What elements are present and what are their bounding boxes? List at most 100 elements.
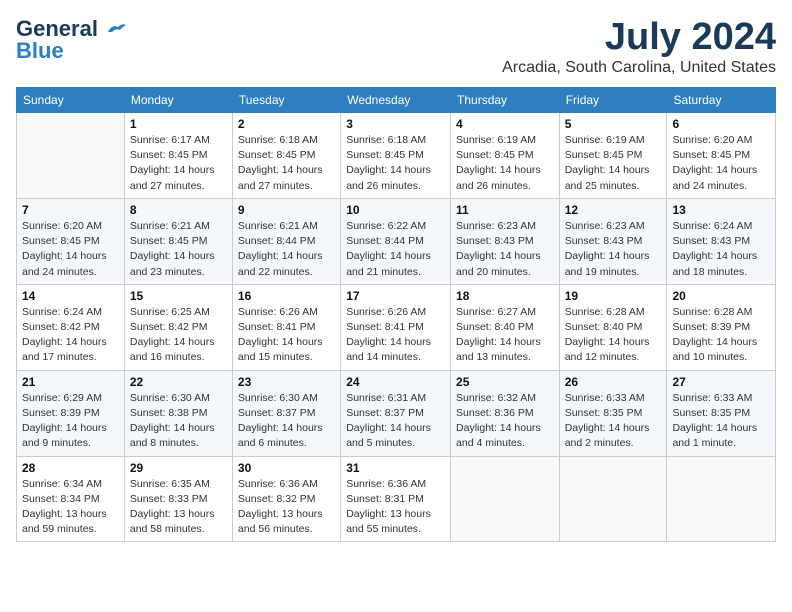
table-row: [451, 456, 560, 542]
day-number: 19: [565, 289, 662, 303]
calendar-table: Sunday Monday Tuesday Wednesday Thursday…: [16, 87, 776, 542]
day-info: Sunrise: 6:18 AMSunset: 8:45 PMDaylight:…: [346, 133, 445, 194]
day-number: 1: [130, 117, 227, 131]
table-row: 1 Sunrise: 6:17 AMSunset: 8:45 PMDayligh…: [124, 113, 232, 199]
day-info: Sunrise: 6:32 AMSunset: 8:36 PMDaylight:…: [456, 391, 554, 452]
header-saturday: Saturday: [667, 88, 776, 113]
day-info: Sunrise: 6:17 AMSunset: 8:45 PMDaylight:…: [130, 133, 227, 194]
title-block: July 2024 Arcadia, South Carolina, Unite…: [502, 16, 776, 77]
table-row: 19 Sunrise: 6:28 AMSunset: 8:40 PMDaylig…: [559, 284, 667, 370]
day-info: Sunrise: 6:36 AMSunset: 8:31 PMDaylight:…: [346, 477, 445, 538]
table-row: [17, 113, 125, 199]
day-number: 14: [22, 289, 119, 303]
calendar-week-row: 21 Sunrise: 6:29 AMSunset: 8:39 PMDaylig…: [17, 370, 776, 456]
calendar-week-row: 14 Sunrise: 6:24 AMSunset: 8:42 PMDaylig…: [17, 284, 776, 370]
day-number: 21: [22, 375, 119, 389]
day-info: Sunrise: 6:28 AMSunset: 8:40 PMDaylight:…: [565, 305, 662, 366]
day-info: Sunrise: 6:23 AMSunset: 8:43 PMDaylight:…: [565, 219, 662, 280]
day-number: 17: [346, 289, 445, 303]
table-row: 20 Sunrise: 6:28 AMSunset: 8:39 PMDaylig…: [667, 284, 776, 370]
day-number: 12: [565, 203, 662, 217]
table-row: 12 Sunrise: 6:23 AMSunset: 8:43 PMDaylig…: [559, 198, 667, 284]
calendar-week-row: 1 Sunrise: 6:17 AMSunset: 8:45 PMDayligh…: [17, 113, 776, 199]
table-row: 3 Sunrise: 6:18 AMSunset: 8:45 PMDayligh…: [341, 113, 451, 199]
day-number: 24: [346, 375, 445, 389]
page-header: General Blue July 2024 Arcadia, South Ca…: [16, 16, 776, 77]
table-row: 30 Sunrise: 6:36 AMSunset: 8:32 PMDaylig…: [232, 456, 340, 542]
day-info: Sunrise: 6:19 AMSunset: 8:45 PMDaylight:…: [565, 133, 662, 194]
header-tuesday: Tuesday: [232, 88, 340, 113]
day-info: Sunrise: 6:22 AMSunset: 8:44 PMDaylight:…: [346, 219, 445, 280]
table-row: 6 Sunrise: 6:20 AMSunset: 8:45 PMDayligh…: [667, 113, 776, 199]
day-number: 23: [238, 375, 335, 389]
day-info: Sunrise: 6:34 AMSunset: 8:34 PMDaylight:…: [22, 477, 119, 538]
table-row: 27 Sunrise: 6:33 AMSunset: 8:35 PMDaylig…: [667, 370, 776, 456]
weekday-header-row: Sunday Monday Tuesday Wednesday Thursday…: [17, 88, 776, 113]
logo: General Blue: [16, 16, 128, 64]
day-number: 20: [672, 289, 770, 303]
day-number: 27: [672, 375, 770, 389]
day-info: Sunrise: 6:29 AMSunset: 8:39 PMDaylight:…: [22, 391, 119, 452]
table-row: 14 Sunrise: 6:24 AMSunset: 8:42 PMDaylig…: [17, 284, 125, 370]
table-row: 18 Sunrise: 6:27 AMSunset: 8:40 PMDaylig…: [451, 284, 560, 370]
day-info: Sunrise: 6:35 AMSunset: 8:33 PMDaylight:…: [130, 477, 227, 538]
day-number: 26: [565, 375, 662, 389]
calendar-week-row: 7 Sunrise: 6:20 AMSunset: 8:45 PMDayligh…: [17, 198, 776, 284]
header-sunday: Sunday: [17, 88, 125, 113]
table-row: 25 Sunrise: 6:32 AMSunset: 8:36 PMDaylig…: [451, 370, 560, 456]
day-number: 28: [22, 461, 119, 475]
day-number: 31: [346, 461, 445, 475]
day-number: 7: [22, 203, 119, 217]
day-number: 25: [456, 375, 554, 389]
day-info: Sunrise: 6:30 AMSunset: 8:38 PMDaylight:…: [130, 391, 227, 452]
table-row: [667, 456, 776, 542]
table-row: 15 Sunrise: 6:25 AMSunset: 8:42 PMDaylig…: [124, 284, 232, 370]
day-info: Sunrise: 6:24 AMSunset: 8:42 PMDaylight:…: [22, 305, 119, 366]
month-title: July 2024: [502, 16, 776, 59]
day-number: 16: [238, 289, 335, 303]
header-monday: Monday: [124, 88, 232, 113]
table-row: 23 Sunrise: 6:30 AMSunset: 8:37 PMDaylig…: [232, 370, 340, 456]
table-row: 7 Sunrise: 6:20 AMSunset: 8:45 PMDayligh…: [17, 198, 125, 284]
header-wednesday: Wednesday: [341, 88, 451, 113]
day-number: 18: [456, 289, 554, 303]
day-info: Sunrise: 6:25 AMSunset: 8:42 PMDaylight:…: [130, 305, 227, 366]
table-row: 26 Sunrise: 6:33 AMSunset: 8:35 PMDaylig…: [559, 370, 667, 456]
header-thursday: Thursday: [451, 88, 560, 113]
day-info: Sunrise: 6:21 AMSunset: 8:45 PMDaylight:…: [130, 219, 227, 280]
day-number: 5: [565, 117, 662, 131]
day-number: 13: [672, 203, 770, 217]
day-info: Sunrise: 6:28 AMSunset: 8:39 PMDaylight:…: [672, 305, 770, 366]
table-row: 5 Sunrise: 6:19 AMSunset: 8:45 PMDayligh…: [559, 113, 667, 199]
day-info: Sunrise: 6:24 AMSunset: 8:43 PMDaylight:…: [672, 219, 770, 280]
table-row: 13 Sunrise: 6:24 AMSunset: 8:43 PMDaylig…: [667, 198, 776, 284]
day-info: Sunrise: 6:33 AMSunset: 8:35 PMDaylight:…: [565, 391, 662, 452]
table-row: 29 Sunrise: 6:35 AMSunset: 8:33 PMDaylig…: [124, 456, 232, 542]
day-info: Sunrise: 6:27 AMSunset: 8:40 PMDaylight:…: [456, 305, 554, 366]
day-info: Sunrise: 6:33 AMSunset: 8:35 PMDaylight:…: [672, 391, 770, 452]
day-number: 4: [456, 117, 554, 131]
day-info: Sunrise: 6:18 AMSunset: 8:45 PMDaylight:…: [238, 133, 335, 194]
location-subtitle: Arcadia, South Carolina, United States: [502, 59, 776, 77]
table-row: 24 Sunrise: 6:31 AMSunset: 8:37 PMDaylig…: [341, 370, 451, 456]
day-info: Sunrise: 6:26 AMSunset: 8:41 PMDaylight:…: [346, 305, 445, 366]
day-number: 6: [672, 117, 770, 131]
day-number: 11: [456, 203, 554, 217]
day-number: 2: [238, 117, 335, 131]
day-number: 15: [130, 289, 227, 303]
table-row: 2 Sunrise: 6:18 AMSunset: 8:45 PMDayligh…: [232, 113, 340, 199]
day-info: Sunrise: 6:31 AMSunset: 8:37 PMDaylight:…: [346, 391, 445, 452]
day-info: Sunrise: 6:20 AMSunset: 8:45 PMDaylight:…: [672, 133, 770, 194]
day-info: Sunrise: 6:19 AMSunset: 8:45 PMDaylight:…: [456, 133, 554, 194]
day-info: Sunrise: 6:36 AMSunset: 8:32 PMDaylight:…: [238, 477, 335, 538]
table-row: 11 Sunrise: 6:23 AMSunset: 8:43 PMDaylig…: [451, 198, 560, 284]
table-row: 28 Sunrise: 6:34 AMSunset: 8:34 PMDaylig…: [17, 456, 125, 542]
day-info: Sunrise: 6:23 AMSunset: 8:43 PMDaylight:…: [456, 219, 554, 280]
table-row: 4 Sunrise: 6:19 AMSunset: 8:45 PMDayligh…: [451, 113, 560, 199]
day-number: 29: [130, 461, 227, 475]
day-number: 22: [130, 375, 227, 389]
table-row: 17 Sunrise: 6:26 AMSunset: 8:41 PMDaylig…: [341, 284, 451, 370]
table-row: [559, 456, 667, 542]
table-row: 31 Sunrise: 6:36 AMSunset: 8:31 PMDaylig…: [341, 456, 451, 542]
day-info: Sunrise: 6:30 AMSunset: 8:37 PMDaylight:…: [238, 391, 335, 452]
